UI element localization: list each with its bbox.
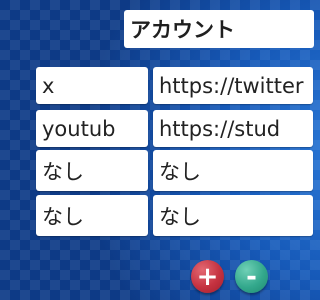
account-url-cell[interactable]: https://stud (153, 110, 313, 147)
plus-icon: + (196, 261, 219, 292)
account-url-cell[interactable]: https://twitter (153, 67, 313, 104)
account-service-cell[interactable]: youtub (36, 110, 148, 147)
account-service-cell[interactable]: なし (36, 150, 148, 191)
account-url-cell[interactable]: なし (153, 195, 313, 236)
account-service-cell[interactable]: なし (36, 195, 148, 236)
page-title: アカウント (124, 10, 314, 48)
account-service-cell[interactable]: x (36, 67, 148, 104)
add-account-button[interactable]: + (191, 260, 224, 293)
minus-icon: - (246, 261, 257, 292)
account-url-cell[interactable]: なし (153, 150, 313, 191)
remove-account-button[interactable]: - (235, 260, 268, 293)
